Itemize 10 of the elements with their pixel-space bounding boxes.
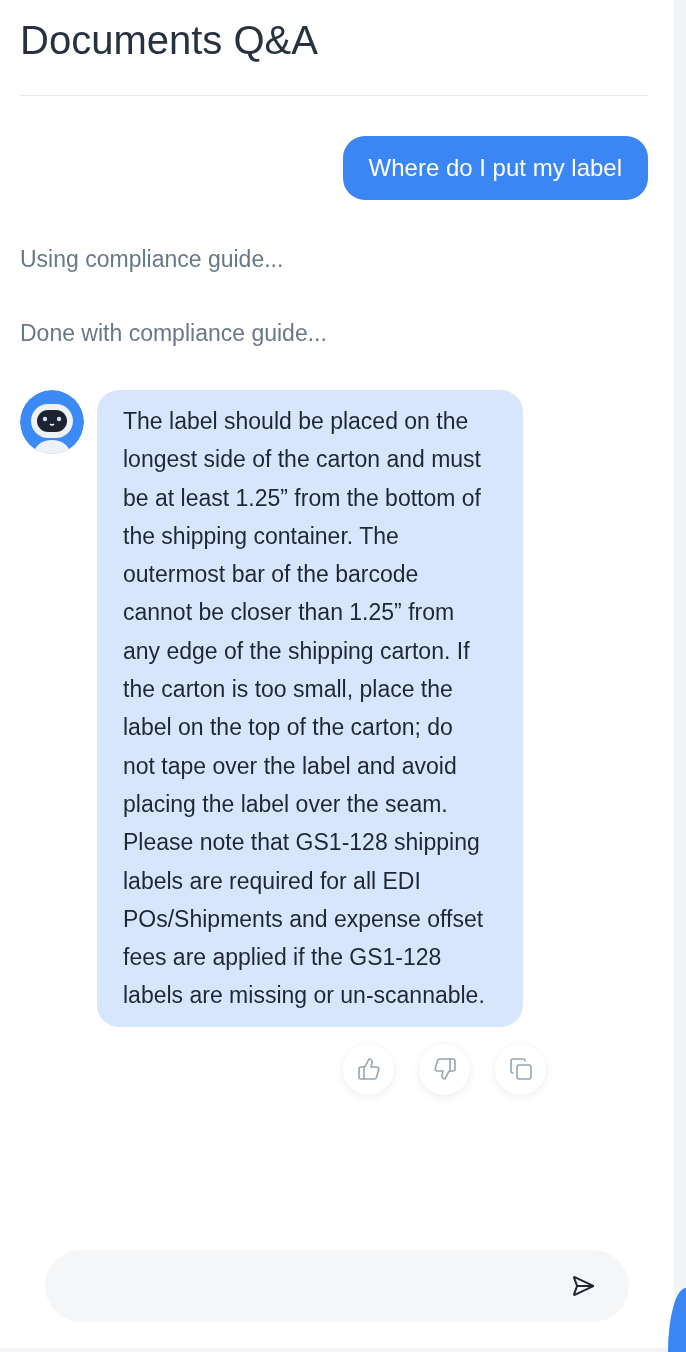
bot-message-bubble: The label should be placed on the longest side of the carton and must be at least 1.25” from the bottom of the shipping container. The outermost bar of the barcode cannot be closer than 1.25” from any edge of the shipping carton. If the carton is too small, place the label on the top of the carton; do not tape over the label and avoid placing the label over the seam. Please note that GS1-128 shipping labels are required for all EDI POs/Shipments and expense offset fees are applied if the GS1-128 labels are missing or un-scannable. <box>97 390 523 1027</box>
page-title: Documents Q&A <box>20 17 319 64</box>
robot-avatar-icon <box>20 390 84 454</box>
copy-icon <box>508 1057 533 1082</box>
thumbs-down-icon <box>432 1057 457 1082</box>
status-text: Done with compliance guide... <box>19 319 328 348</box>
status-text: Using compliance guide... <box>19 245 285 274</box>
send-icon <box>571 1274 595 1298</box>
thumbs-up-icon <box>356 1057 381 1082</box>
user-message-bubble: Where do I put my label <box>342 136 648 200</box>
